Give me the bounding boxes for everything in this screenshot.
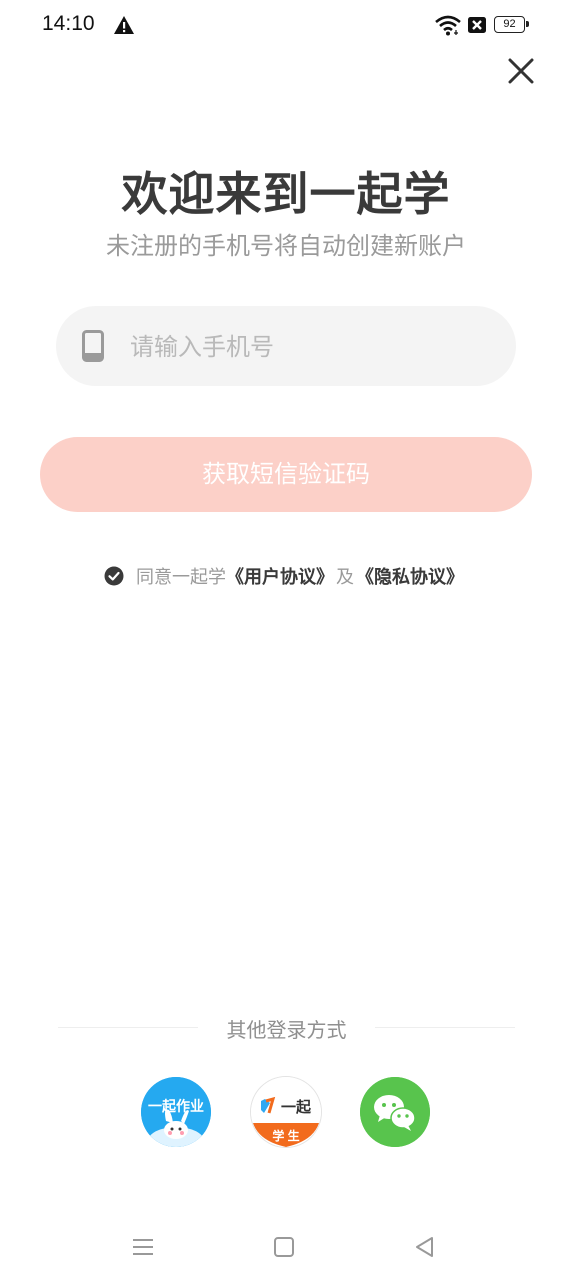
close-icon[interactable]: [505, 55, 537, 87]
battery-level: 92: [503, 18, 516, 30]
agreement-joiner: 及: [336, 567, 354, 588]
yiqi-zuoye-label: 一起作业: [148, 1098, 204, 1114]
phone-input[interactable]: [128, 324, 492, 370]
wifi-icon: [435, 15, 461, 36]
yiqi-student-login-button[interactable]: 一起 学 生: [251, 1077, 321, 1147]
wechat-icon: [360, 1077, 430, 1147]
battery-icon: 92: [494, 16, 529, 33]
yiqi-student-badge: 学 生: [272, 1129, 300, 1143]
user-agreement-link[interactable]: 《用户协议》: [226, 563, 334, 589]
status-bar: 14:10 92: [0, 0, 572, 52]
phone-icon: [82, 330, 104, 362]
home-square-icon[interactable]: [269, 1232, 299, 1262]
back-triangle-icon[interactable]: [410, 1232, 440, 1262]
menu-icon[interactable]: [128, 1232, 158, 1262]
phone-field[interactable]: [56, 306, 516, 386]
wechat-login-button[interactable]: [360, 1077, 430, 1147]
divider-line-right: [375, 1027, 515, 1028]
system-nav-bar: [0, 1212, 572, 1280]
page-title: 欢迎来到一起学: [121, 167, 451, 221]
page-subtitle: 未注册的手机号将自动创建新账户: [106, 232, 466, 260]
privacy-policy-link[interactable]: 《隐私协议》: [356, 563, 464, 589]
alert-icon: [114, 16, 134, 34]
other-login-divider: 其他登录方式: [58, 1012, 515, 1042]
yiqi-zuoye-login-button[interactable]: 一起作业: [141, 1077, 211, 1147]
agreement-row: 同意一起学 《用户协议》 及 《隐私协议》: [104, 562, 464, 590]
no-sim-icon: [468, 17, 486, 33]
get-sms-code-button[interactable]: 获取短信验证码: [40, 437, 532, 512]
yiqi-student-label: 一起: [280, 1099, 311, 1116]
other-login-label: 其他登录方式: [226, 1018, 347, 1042]
status-time: 14:10: [42, 12, 95, 35]
agreement-checkbox-icon[interactable]: [104, 566, 124, 586]
agreement-prefix: 同意一起学: [136, 567, 226, 588]
